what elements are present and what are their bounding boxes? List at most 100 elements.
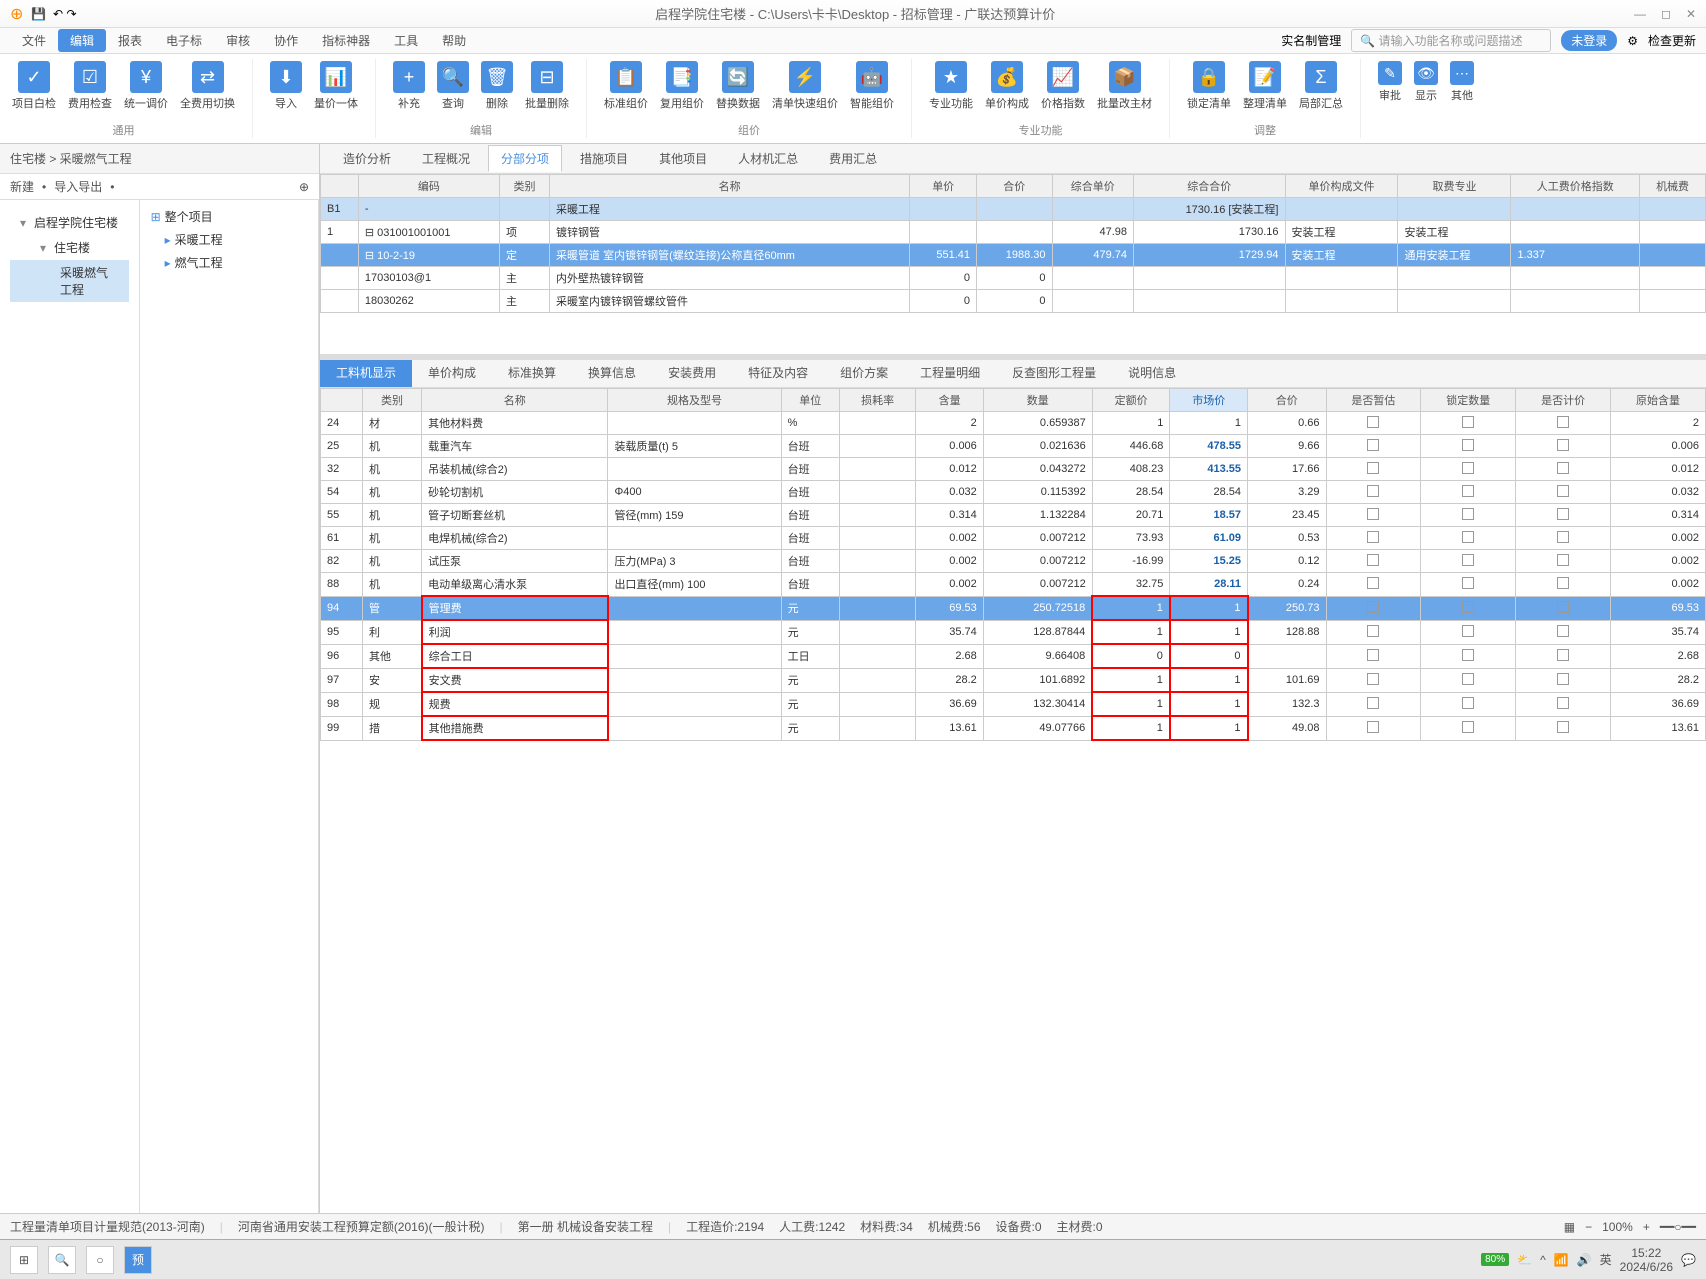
col-header[interactable]: 人工费价格指数 <box>1511 175 1640 198</box>
col-header[interactable] <box>321 389 363 412</box>
table-row[interactable]: 25机载重汽车装载质量(t) 5台班0.0060.021636446.68478… <box>321 435 1706 458</box>
tree-building[interactable]: ▾住宅楼 <box>10 235 129 260</box>
quick-redo-icon[interactable]: ↷ <box>66 7 76 21</box>
checkbox[interactable] <box>1367 485 1379 497</box>
breadcrumb[interactable]: 住宅楼 > 采暖燃气工程 <box>10 150 132 167</box>
zoom-in-icon[interactable]: + <box>1643 1220 1650 1234</box>
view-mode-icon[interactable]: ▦ <box>1564 1220 1575 1234</box>
tree-hvac[interactable]: 采暖燃气工程 <box>10 260 129 302</box>
rb-local-sum[interactable]: Σ局部汇总 <box>1297 59 1345 113</box>
settings-icon[interactable]: ⚙ <box>1627 34 1638 48</box>
tab-overview[interactable]: 工程概况 <box>409 145 483 172</box>
notification-icon[interactable]: 💬 <box>1681 1253 1696 1267</box>
checkbox[interactable] <box>1557 601 1569 613</box>
checkbox[interactable] <box>1462 439 1474 451</box>
checkbox[interactable] <box>1367 577 1379 589</box>
rb-batch-mat[interactable]: 📦批量改主材 <box>1095 59 1154 113</box>
menu-help[interactable]: 帮助 <box>430 29 478 52</box>
rb-std-price[interactable]: 📋标准组价 <box>602 59 650 113</box>
checkbox[interactable] <box>1557 554 1569 566</box>
zoom-slider[interactable]: ━━○━━ <box>1660 1220 1696 1234</box>
import-export[interactable]: 导入导出 <box>54 178 102 195</box>
menu-review[interactable]: 审核 <box>214 29 262 52</box>
tab-other[interactable]: 其他项目 <box>646 145 720 172</box>
checkbox[interactable] <box>1557 721 1569 733</box>
maximize-icon[interactable]: ◻ <box>1661 7 1671 21</box>
rb-batch-del[interactable]: ⊟批量删除 <box>523 59 571 113</box>
checkbox[interactable] <box>1367 508 1379 520</box>
table-row[interactable]: 32机吊装机械(综合2)台班0.0120.043272408.23413.551… <box>321 458 1706 481</box>
checkbox[interactable] <box>1367 649 1379 661</box>
col-header[interactable]: 定额价 <box>1092 389 1170 412</box>
proj-heating[interactable]: ▸采暖工程 <box>145 228 313 251</box>
ime-indicator[interactable]: 英 <box>1600 1251 1612 1268</box>
checkbox[interactable] <box>1557 531 1569 543</box>
col-header[interactable]: 规格及型号 <box>608 389 781 412</box>
detail-tab[interactable]: 组价方案 <box>824 360 904 387</box>
col-header[interactable]: 是否计价 <box>1516 389 1611 412</box>
rb-smart-price[interactable]: 🤖智能组价 <box>848 59 896 113</box>
zoom-out-icon[interactable]: − <box>1585 1220 1592 1234</box>
checkbox[interactable] <box>1462 485 1474 497</box>
table-row[interactable]: 94管管理费元69.53250.7251811250.7369.53 <box>321 596 1706 620</box>
app-task-icon[interactable]: 预 <box>124 1246 152 1274</box>
checkbox[interactable] <box>1367 439 1379 451</box>
detail-tab[interactable]: 工程量明细 <box>904 360 996 387</box>
checkbox[interactable] <box>1367 673 1379 685</box>
search-input[interactable]: 🔍 请输入功能名称或问题描述 <box>1351 29 1551 52</box>
rb-unit-comp[interactable]: 💰单价构成 <box>983 59 1031 113</box>
checkbox[interactable] <box>1462 577 1474 589</box>
detail-grid[interactable]: 类别名称规格及型号单位损耗率含量数量定额价市场价合价是否暂估锁定数量是否计价原始… <box>320 388 1706 741</box>
checkbox[interactable] <box>1557 697 1569 709</box>
col-header[interactable]: 综合合价 <box>1134 175 1286 198</box>
checkbox[interactable] <box>1367 625 1379 637</box>
table-row[interactable]: 97安安文费元28.2101.689211101.6928.2 <box>321 668 1706 692</box>
table-row[interactable]: 54机砂轮切割机Φ400台班0.0320.11539228.5428.543.2… <box>321 481 1706 504</box>
detail-tab[interactable]: 标准换算 <box>492 360 572 387</box>
checkbox[interactable] <box>1367 416 1379 428</box>
tab-material[interactable]: 人材机汇总 <box>725 145 811 172</box>
col-header[interactable]: 合价 <box>977 175 1052 198</box>
table-row[interactable]: 55机管子切断套丝机管径(mm) 159台班0.3141.13228420.71… <box>321 504 1706 527</box>
weather-icon[interactable]: ⛅ <box>1517 1253 1532 1267</box>
checkbox[interactable] <box>1557 508 1569 520</box>
close-icon[interactable]: ✕ <box>1686 7 1696 21</box>
table-row[interactable]: 1⊟ 031001001001项镀锌钢管47.981730.16安装工程安装工程 <box>321 221 1706 244</box>
col-header[interactable]: 名称 <box>422 389 608 412</box>
rb-display[interactable]: 👁显示 <box>1412 59 1440 105</box>
volume-icon[interactable]: 🔊 <box>1577 1253 1592 1267</box>
table-row[interactable]: B1-采暖工程1730.16 [安装工程] <box>321 198 1706 221</box>
checkbox[interactable] <box>1462 649 1474 661</box>
checkbox[interactable] <box>1462 531 1474 543</box>
detail-tab[interactable]: 反查图形工程量 <box>996 360 1112 387</box>
rb-qty-price[interactable]: 📊量价一体 <box>312 59 360 113</box>
checkbox[interactable] <box>1462 625 1474 637</box>
quick-undo-icon[interactable]: ↶ <box>53 7 63 21</box>
checkbox[interactable] <box>1367 697 1379 709</box>
menu-edit[interactable]: 编辑 <box>58 29 106 52</box>
table-row[interactable]: 18030262主采暖室内镀锌钢管螺纹管件00 <box>321 290 1706 313</box>
rb-approval[interactable]: ✎审批 <box>1376 59 1404 105</box>
checkbox[interactable] <box>1462 673 1474 685</box>
menu-collab[interactable]: 协作 <box>262 29 310 52</box>
proj-gas[interactable]: ▸燃气工程 <box>145 251 313 274</box>
menu-report[interactable]: 报表 <box>106 29 154 52</box>
new-button[interactable]: 新建 <box>10 178 34 195</box>
col-header[interactable]: 锁定数量 <box>1421 389 1516 412</box>
col-header[interactable]: 类别 <box>499 175 549 198</box>
col-header[interactable]: 综合单价 <box>1052 175 1134 198</box>
network-icon[interactable]: 📶 <box>1554 1253 1569 1267</box>
rb-quick-price[interactable]: ⚡清单快速组价 <box>770 59 840 113</box>
menu-tools[interactable]: 工具 <box>382 29 430 52</box>
table-row[interactable]: ⊟ 10-2-19定采暖管道 室内镀锌钢管(螺纹连接)公称直径60mm551.4… <box>321 244 1706 267</box>
col-header[interactable]: 取费专业 <box>1398 175 1511 198</box>
detail-tab[interactable]: 换算信息 <box>572 360 652 387</box>
checkbox[interactable] <box>1557 625 1569 637</box>
rb-unify-price[interactable]: ¥统一调价 <box>122 59 170 113</box>
checkbox[interactable] <box>1557 439 1569 451</box>
table-row[interactable]: 17030103@1主内外壁热镀锌钢管00 <box>321 267 1706 290</box>
tab-section[interactable]: 分部分项 <box>488 145 562 172</box>
checkbox[interactable] <box>1462 416 1474 428</box>
minimize-icon[interactable]: — <box>1634 7 1646 21</box>
login-button[interactable]: 未登录 <box>1561 30 1617 51</box>
